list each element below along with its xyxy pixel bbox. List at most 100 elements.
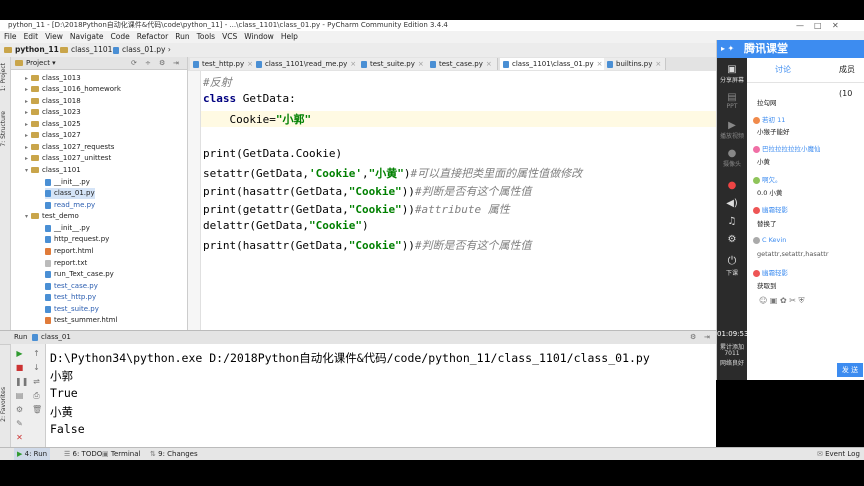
- tab-test-suite[interactable]: test_suite.py ×: [358, 58, 430, 70]
- tree-item[interactable]: ▸ class_1018: [25, 96, 81, 107]
- maximize-icon[interactable]: □: [814, 20, 822, 31]
- rerun-icon[interactable]: ▶: [15, 350, 24, 358]
- tree-item[interactable]: report.txt: [45, 258, 87, 269]
- up-arrow-icon[interactable]: ↑: [32, 350, 41, 358]
- shield-icon[interactable]: ⛨: [799, 296, 805, 305]
- music-icon[interactable]: ♫: [717, 216, 747, 227]
- tab-members[interactable]: 成员(10: [839, 58, 864, 106]
- close-run-icon[interactable]: ✕: [15, 434, 24, 442]
- emoji-icon[interactable]: ☺: [759, 296, 767, 305]
- editor-gutter[interactable]: [188, 71, 201, 330]
- menu-edit[interactable]: Edit: [24, 32, 39, 41]
- tab-class-01[interactable]: class_1101\class_01.py ×: [500, 58, 606, 70]
- menu-icon[interactable]: ▸ ✦: [721, 44, 734, 53]
- menu-refactor[interactable]: Refactor: [137, 32, 168, 41]
- minimize-icon[interactable]: —: [796, 20, 804, 31]
- pin-icon[interactable]: ✎: [15, 420, 24, 428]
- breadcrumb-project[interactable]: python_11 ›: [4, 43, 64, 57]
- run-console[interactable]: D:\Python34\python.exe D:/2018Python自动化课…: [46, 344, 716, 447]
- tool-tab-event-log[interactable]: ✉ Event Log: [817, 448, 860, 460]
- stop-icon[interactable]: ■: [15, 364, 24, 372]
- python-file-icon: [193, 60, 199, 68]
- tree-item[interactable]: read_me.py: [45, 200, 95, 211]
- project-tool-tab[interactable]: 1: Project: [0, 63, 10, 91]
- breadcrumb-folder[interactable]: class_1101 ›: [60, 43, 118, 57]
- tool-tab-todo[interactable]: ☰ 6: TODO: [64, 448, 102, 460]
- tree-item[interactable]: test_case.py: [45, 281, 98, 292]
- tree-item[interactable]: ▸ class_1013: [25, 73, 81, 84]
- project-view-selector[interactable]: Project ▾: [15, 57, 56, 69]
- collapse-icon[interactable]: ÷: [145, 57, 151, 69]
- tree-item[interactable]: ▸ class_1016_homework: [25, 84, 121, 95]
- hide-icon[interactable]: ⇥: [704, 331, 710, 344]
- menu-vcs[interactable]: VCS: [222, 32, 237, 41]
- menu-file[interactable]: File: [4, 32, 17, 41]
- settings-icon[interactable]: ⚙: [15, 406, 24, 414]
- tree-item[interactable]: test_suite.py: [45, 304, 99, 315]
- sync-icon[interactable]: ⟳: [131, 57, 137, 69]
- microphone-icon[interactable]: ●: [717, 180, 747, 191]
- close-tab-icon[interactable]: ×: [418, 60, 424, 68]
- close-tab-icon[interactable]: ×: [597, 60, 603, 68]
- gear-icon[interactable]: ⚙: [159, 57, 165, 69]
- menu-help[interactable]: Help: [281, 32, 298, 41]
- picture-icon[interactable]: ▣: [770, 296, 778, 305]
- menu-run[interactable]: Run: [175, 32, 189, 41]
- speaker-icon[interactable]: ◀): [717, 198, 747, 209]
- camera-button[interactable]: ● 摄像头: [717, 148, 747, 168]
- menu-window[interactable]: Window: [244, 32, 274, 41]
- menu-code[interactable]: Code: [111, 32, 130, 41]
- trash-icon[interactable]: 🗑: [32, 406, 42, 414]
- tab-builtins[interactable]: builtins.py ×: [604, 58, 666, 70]
- tree-item[interactable]: ▾ test_demo: [25, 211, 79, 222]
- tree-item[interactable]: ▸ class_1025: [25, 119, 81, 130]
- ppt-button[interactable]: ▤ PPT: [717, 92, 747, 110]
- tree-item[interactable]: ▸ class_1023: [25, 107, 81, 118]
- tree-item[interactable]: __init__.py: [45, 177, 90, 188]
- tree-item[interactable]: ▸ class_1027_requests: [25, 142, 114, 153]
- tree-item[interactable]: http_request.py: [45, 234, 109, 245]
- tree-item[interactable]: ▸ class_1027: [25, 130, 81, 141]
- flower-icon[interactable]: ✿: [780, 296, 787, 305]
- tree-item[interactable]: test_summer.html: [45, 315, 117, 326]
- tree-item[interactable]: report.html: [45, 246, 94, 257]
- crop-icon[interactable]: ✂: [789, 296, 796, 305]
- tool-tab-run[interactable]: ▶ 4: Run: [14, 448, 51, 460]
- tool-tab-changes[interactable]: ⇅ 9: Changes: [150, 448, 198, 460]
- tree-item[interactable]: test_http.py: [45, 292, 96, 303]
- run-config-tab[interactable]: class_01: [32, 331, 71, 344]
- code-editor[interactable]: #反射 class GetData: Cookie="小郭" print(Get…: [201, 71, 716, 330]
- end-class-button[interactable]: ⏻ 下课: [717, 254, 747, 277]
- dump-threads-icon[interactable]: ▤: [15, 392, 24, 400]
- structure-tool-tab[interactable]: 7: Structure: [0, 111, 10, 147]
- tab-discussion[interactable]: 讨论: [775, 58, 791, 82]
- tab-test-case[interactable]: test_case.py ×: [427, 58, 498, 70]
- send-button[interactable]: 发 送: [837, 363, 863, 377]
- gear-icon[interactable]: ⚙: [690, 331, 696, 344]
- share-screen-button[interactable]: ▣ 分享屏幕: [717, 64, 747, 84]
- soft-wrap-icon[interactable]: ⇌: [32, 378, 41, 386]
- print-icon[interactable]: ⎙: [32, 392, 41, 400]
- menu-navigate[interactable]: Navigate: [70, 32, 104, 41]
- close-tab-icon[interactable]: ×: [486, 60, 492, 68]
- menu-view[interactable]: View: [45, 32, 63, 41]
- play-video-button[interactable]: ▶ 播放视频: [717, 120, 747, 140]
- close-icon[interactable]: ✕: [832, 20, 839, 31]
- tree-item[interactable]: __init__.py: [45, 223, 90, 234]
- close-tab-icon[interactable]: ×: [655, 60, 661, 68]
- close-tab-icon[interactable]: ×: [350, 60, 356, 68]
- tab-test-http[interactable]: test_http.py ×: [190, 58, 256, 70]
- tree-item[interactable]: run_Text_case.py: [45, 269, 114, 280]
- breadcrumb-file[interactable]: class_01.py ›: [113, 43, 171, 57]
- down-arrow-icon[interactable]: ↓: [32, 364, 41, 372]
- hide-icon[interactable]: ⇥: [173, 57, 179, 69]
- menu-tools[interactable]: Tools: [197, 32, 215, 41]
- pause-icon[interactable]: ❚❚: [15, 378, 28, 386]
- favorites-tool-tab[interactable]: 2: Favorites: [0, 387, 10, 422]
- tree-item-selected[interactable]: class_01.py: [45, 188, 95, 199]
- tab-read-me[interactable]: class_1101\read_me.py ×: [253, 58, 361, 70]
- tree-item[interactable]: ▾ class_1101: [25, 165, 81, 176]
- settings-icon[interactable]: ⚙: [717, 234, 747, 245]
- tree-item[interactable]: ▸ class_1027_unittest: [25, 153, 111, 164]
- tool-tab-terminal[interactable]: ▣ Terminal: [102, 448, 140, 460]
